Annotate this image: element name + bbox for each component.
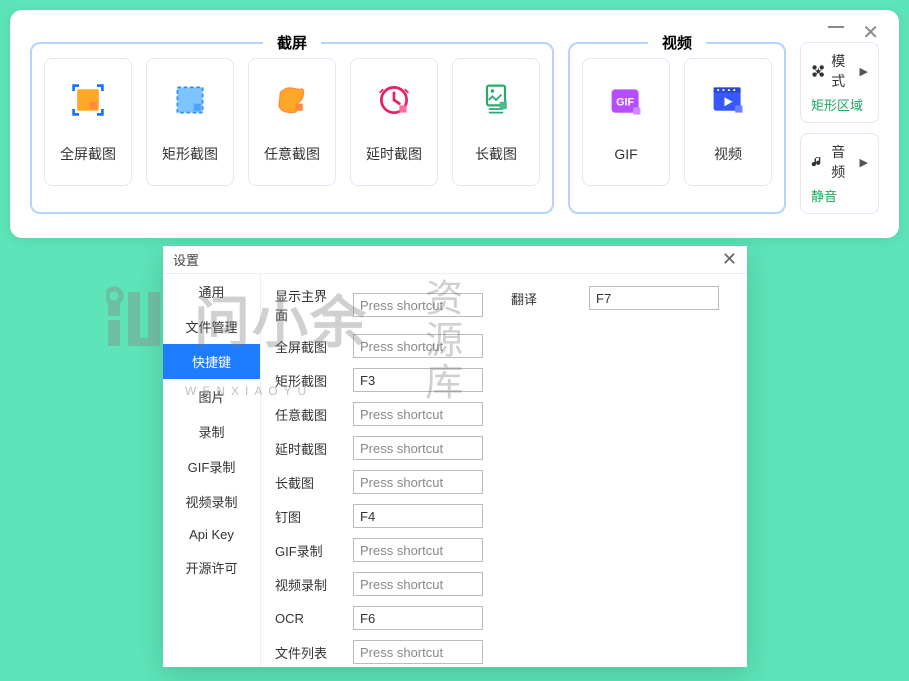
shortcut-label: 全屏截图	[275, 337, 339, 356]
shortcut-row: 翻译	[511, 286, 719, 310]
video-group: 视频 GIF GIF 视频	[568, 42, 786, 214]
shortcut-row: 钉图	[275, 504, 483, 528]
nav-image[interactable]: 图片	[163, 379, 260, 414]
delayed-icon	[374, 80, 414, 120]
shortcuts-column-right: 翻译	[511, 286, 719, 664]
freeform-icon	[272, 80, 312, 120]
long-label: 长截图	[475, 144, 517, 164]
settings-body: 通用 文件管理 快捷键 图片 录制 GIF录制 视频录制 Api Key 开源许…	[163, 274, 747, 667]
music-note-icon	[811, 153, 825, 171]
gif-record-button[interactable]: GIF GIF	[582, 58, 670, 186]
shortcut-row: 全屏截图	[275, 334, 483, 358]
close-button[interactable]: ✕	[862, 26, 879, 40]
shortcut-row: OCR	[275, 606, 483, 630]
shortcut-input[interactable]	[353, 436, 483, 460]
delayed-capture-button[interactable]: 延时截图	[350, 58, 438, 186]
audio-value: 静音	[811, 186, 868, 205]
long-capture-button[interactable]: 长截图	[452, 58, 540, 186]
shortcut-input[interactable]	[353, 402, 483, 426]
nav-general[interactable]: 通用	[163, 274, 260, 309]
rect-label: 矩形截图	[162, 144, 218, 164]
freeform-capture-button[interactable]: 任意截图	[248, 58, 336, 186]
settings-close-button[interactable]: ✕	[722, 249, 737, 270]
video-label: 视频	[714, 144, 742, 164]
shortcut-input[interactable]	[353, 368, 483, 392]
screenshot-group: 截屏 全屏截图 矩形截图 任意截图	[30, 42, 554, 214]
shortcut-label: 视频录制	[275, 575, 339, 594]
fullscreen-capture-button[interactable]: 全屏截图	[44, 58, 132, 186]
svg-text:GIF: GIF	[616, 97, 634, 109]
delayed-label: 延时截图	[366, 144, 422, 164]
shortcut-input[interactable]	[353, 538, 483, 562]
shortcut-input[interactable]	[353, 293, 483, 317]
shortcut-row: 视频录制	[275, 572, 483, 596]
shortcut-label: 翻译	[511, 289, 575, 308]
shortcut-input[interactable]	[589, 286, 719, 310]
chevron-right-icon: ▶	[860, 156, 868, 169]
shortcut-label: 显示主界面	[275, 286, 339, 324]
shortcut-input[interactable]	[353, 606, 483, 630]
toolbar-ribbon: 截屏 全屏截图 矩形截图 任意截图	[30, 42, 879, 214]
rect-capture-button[interactable]: 矩形截图	[146, 58, 234, 186]
gif-label: GIF	[614, 146, 637, 162]
shortcut-label: OCR	[275, 611, 339, 626]
settings-title: 设置	[173, 250, 199, 269]
mode-selector[interactable]: 模式 ▶ 矩形区域	[800, 42, 879, 123]
video-icon	[708, 80, 748, 120]
gif-icon: GIF	[606, 82, 646, 122]
shortcut-input[interactable]	[353, 572, 483, 596]
shortcut-row: GIF录制	[275, 538, 483, 562]
chevron-right-icon: ▶	[860, 65, 868, 78]
shortcut-row: 显示主界面	[275, 286, 483, 324]
settings-titlebar: 设置 ✕	[163, 246, 747, 274]
shortcut-input[interactable]	[353, 640, 483, 664]
shortcut-label: 文件列表	[275, 643, 339, 662]
fullscreen-icon	[68, 80, 108, 120]
shortcut-row: 延时截图	[275, 436, 483, 460]
freeform-label: 任意截图	[264, 144, 320, 164]
shortcuts-column-left: 显示主界面全屏截图矩形截图任意截图延时截图长截图钉图 GIF录制视频录制 OCR 文件…	[275, 286, 483, 664]
shortcut-input[interactable]	[353, 334, 483, 358]
shortcut-label: GIF录制	[275, 541, 339, 560]
shortcut-label: 长截图	[275, 473, 339, 492]
nav-gif-record[interactable]: GIF录制	[163, 449, 260, 484]
audio-label: 音频	[831, 142, 853, 182]
shortcut-input[interactable]	[353, 504, 483, 528]
side-controls: 模式 ▶ 矩形区域 音频 ▶ 静音	[800, 42, 879, 214]
minimize-button[interactable]	[828, 26, 844, 28]
long-icon	[476, 80, 516, 120]
shortcut-row: 长截图	[275, 470, 483, 494]
nav-file-management[interactable]: 文件管理	[163, 309, 260, 344]
settings-content: 显示主界面全屏截图矩形截图任意截图延时截图长截图钉图 GIF录制视频录制 OCR 文件…	[261, 274, 747, 667]
shortcut-row: 任意截图	[275, 402, 483, 426]
settings-sidebar: 通用 文件管理 快捷键 图片 录制 GIF录制 视频录制 Api Key 开源许…	[163, 274, 261, 667]
shortcut-row: 文件列表	[275, 640, 483, 664]
rect-icon	[170, 80, 210, 120]
shortcut-label: 钉图	[275, 507, 339, 526]
nav-record[interactable]: 录制	[163, 414, 260, 449]
nav-license[interactable]: 开源许可	[163, 550, 260, 585]
screenshot-legend: 截屏	[263, 32, 321, 53]
shortcut-row: 矩形截图	[275, 368, 483, 392]
main-window: ✕ 截屏 全屏截图 矩形截图	[10, 10, 899, 238]
mode-value: 矩形区域	[811, 95, 868, 114]
window-controls: ✕	[30, 22, 879, 42]
shortcut-label: 任意截图	[275, 405, 339, 424]
nav-api-key[interactable]: Api Key	[163, 519, 260, 550]
nav-video-record[interactable]: 视频录制	[163, 484, 260, 519]
shortcut-label: 矩形截图	[275, 371, 339, 390]
video-legend: 视频	[648, 32, 706, 53]
audio-selector[interactable]: 音频 ▶ 静音	[800, 133, 879, 214]
fullscreen-label: 全屏截图	[60, 144, 116, 164]
nav-shortcuts[interactable]: 快捷键	[163, 344, 260, 379]
mode-label: 模式	[831, 51, 853, 91]
settings-dialog: 设置 ✕ 通用 文件管理 快捷键 图片 录制 GIF录制 视频录制 Api Ke…	[163, 246, 747, 667]
mode-icon	[811, 62, 825, 80]
video-record-button[interactable]: 视频	[684, 58, 772, 186]
shortcut-input[interactable]	[353, 470, 483, 494]
shortcut-label: 延时截图	[275, 439, 339, 458]
